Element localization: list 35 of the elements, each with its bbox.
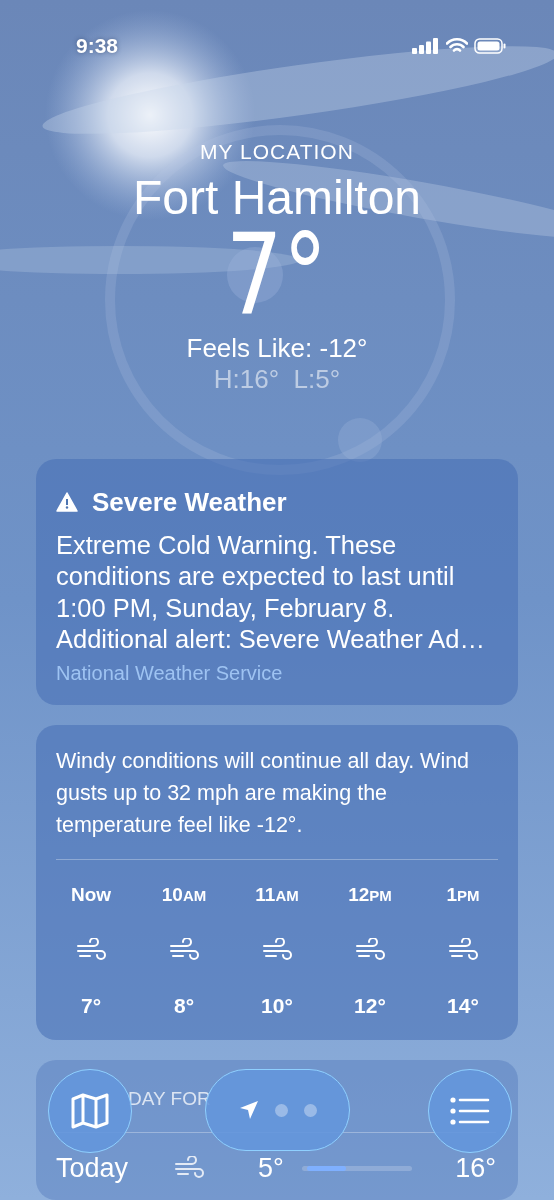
wind-icon [448,937,478,962]
alert-source: National Weather Service [56,661,284,685]
feels-like-text: Feels Like: -12° [186,332,368,364]
wind-icon [262,937,292,962]
signal-icon [412,38,440,54]
wind-icon [174,1156,204,1181]
status-time: 9:38 [76,34,119,58]
day-label: Today [56,1152,130,1184]
hour-label: Now [70,883,112,906]
warning-icon [56,492,78,513]
battery-icon [474,38,506,54]
hour-label: 11AM [255,883,299,906]
hour-temperature: 14° [447,993,479,1018]
forecast-heading: DAY FOR [128,1087,211,1110]
hour-label: 1PM [446,883,480,906]
alert-card[interactable]: Severe Weather Extreme Cold Warning. These conditions are expected to last until 1:00 PM, Sunday, February 8. Additional alert: Severe Weather Ad… National Weather Service [36,458,518,705]
hour-temperature: 12° [354,993,386,1018]
wifi-icon [446,38,468,54]
location-label: MY LOCATION [200,140,354,164]
wind-icon [76,937,106,962]
hour-temperature: 7° [80,993,102,1018]
hour-temperature: 10° [261,993,293,1018]
high-temperature: 16° [455,1152,496,1184]
map-icon [70,1093,110,1129]
low-temperature: 5° [258,1152,284,1184]
alert-text: Extreme Cold Warning. These conditions are expected to last until 1:00 PM, Sunday, February 8. Additional alert: Severe Weather Ad… [56,529,487,656]
wind-icon [355,937,385,962]
list-icon [450,1097,490,1125]
hour-temperature: 8° [173,993,195,1018]
high-low-text: H:16° L:5° [213,363,341,395]
alert-title: Severe Weather [92,486,287,518]
wind-icon [169,937,199,962]
forecast-summary: Windy conditions will continue all day. Wind gusts up to 32 mph are making the temperature feel like -12°. [56,744,498,860]
hour-label: 10AM [161,883,207,906]
hour-label: 12PM [348,883,392,906]
